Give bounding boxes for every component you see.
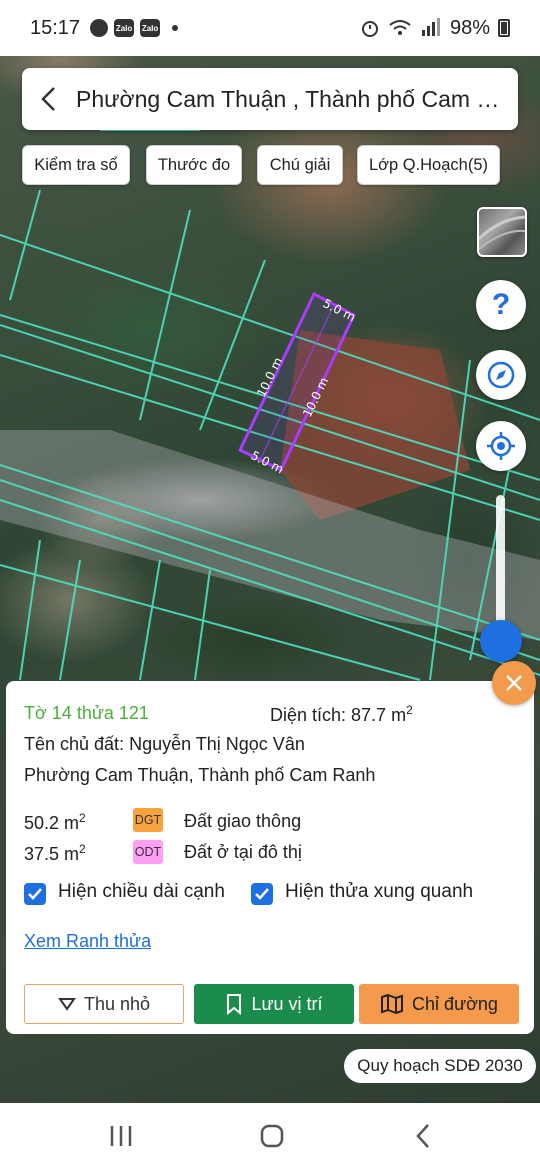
- minimize-button[interactable]: Thu nhỏ: [24, 984, 184, 1024]
- land-use-area-sup: 2: [79, 811, 86, 825]
- home-icon: [260, 1124, 284, 1148]
- recent-apps-button[interactable]: [108, 1123, 134, 1154]
- zalo-icon: Zalo: [140, 19, 161, 37]
- messenger-icon: [90, 19, 109, 37]
- battery-percent: 98%: [449, 16, 490, 39]
- planning-layer-chip[interactable]: Lớp Q.Hoạch(5): [357, 145, 500, 185]
- save-location-button-label: Lưu vị trí: [251, 993, 323, 1014]
- check-book-chip[interactable]: Kiểm tra sổ: [22, 145, 130, 185]
- owner-name: Tên chủ đất: Nguyễn Thị Ngọc Vân: [24, 734, 305, 754]
- land-use-area-value: 37.5 m: [24, 844, 80, 864]
- chevron-left-icon: [41, 87, 55, 111]
- parcel-area-value: Diện tích: 87.7 m: [270, 705, 407, 725]
- planning-layer-tag[interactable]: Quy hoạch SDĐ 2030: [344, 1049, 536, 1083]
- my-location-button[interactable]: [476, 421, 526, 471]
- location-header: Phường Cam Thuận , Thành phố Cam R...: [22, 68, 518, 130]
- location-title: Phường Cam Thuận , Thành phố Cam R...: [76, 85, 508, 112]
- status-bar: 15:17 Zalo Zalo 98%: [0, 0, 540, 56]
- battery-icon: [498, 19, 510, 37]
- question-icon: ?: [491, 288, 511, 321]
- parcel-address: Phường Cam Thuận, Thành phố Cam Ranh: [24, 765, 376, 785]
- crosshair-icon: [487, 432, 515, 460]
- land-use-area: 50.2 m2: [24, 811, 86, 834]
- back-icon: [416, 1124, 429, 1148]
- system-back-button[interactable]: [412, 1123, 436, 1154]
- home-button[interactable]: [259, 1123, 285, 1154]
- show-neighbors-checkbox[interactable]: [251, 883, 273, 905]
- recent-apps-icon: [110, 1126, 132, 1146]
- close-panel-button[interactable]: [492, 661, 536, 705]
- parcel-area-unit-sup: 2: [406, 703, 413, 717]
- land-use-code-badge: ODT: [133, 840, 163, 864]
- land-use-area-value: 50.2 m: [24, 813, 80, 833]
- show-neighbors-label[interactable]: Hiện thửa xung quanh: [285, 881, 473, 903]
- alarm-icon: [361, 21, 378, 37]
- back-button[interactable]: [22, 68, 76, 130]
- land-use-area-sup: 2: [79, 842, 86, 856]
- parcel-info-panel: Tờ 14 thửa 121 Diện tích: 87.7 m2 Tên ch…: [6, 681, 534, 1034]
- directions-button[interactable]: Chỉ đường: [359, 984, 519, 1024]
- map-layer-toggle[interactable]: [477, 207, 527, 257]
- minimize-button-label: Thu nhỏ: [83, 993, 151, 1014]
- help-button[interactable]: ?: [476, 280, 526, 330]
- show-edges-checkbox[interactable]: [24, 883, 46, 905]
- compass-icon: [487, 361, 515, 389]
- check-icon: [255, 888, 269, 900]
- view-boundary-link[interactable]: Xem Ranh thửa: [24, 931, 151, 952]
- legend-chip[interactable]: Chú giải: [257, 145, 343, 185]
- check-icon: [28, 888, 42, 900]
- zalo-icon: Zalo: [114, 19, 135, 37]
- zoom-slider-track[interactable]: [496, 495, 505, 640]
- zoom-slider-handle[interactable]: [480, 620, 522, 662]
- save-location-button[interactable]: Lưu vị trí: [194, 984, 354, 1024]
- measure-chip[interactable]: Thước đo: [146, 145, 242, 185]
- map-icon: [381, 993, 404, 1015]
- compass-button[interactable]: [476, 350, 526, 400]
- close-icon: [506, 675, 522, 691]
- signal-icon: [421, 18, 440, 36]
- show-edges-label[interactable]: Hiện chiều dài cạnh: [58, 881, 225, 903]
- parcel-id: Tờ 14 thửa 121: [24, 703, 149, 723]
- directions-button-label: Chỉ đường: [412, 993, 498, 1014]
- wifi-icon: [389, 20, 411, 35]
- triangle-down-icon: [58, 998, 76, 1011]
- system-nav-bar: [0, 1103, 540, 1170]
- more-notifications-icon: [172, 25, 179, 31]
- land-use-code-badge: DGT: [133, 808, 163, 832]
- bookmark-icon: [227, 994, 242, 1015]
- status-time: 15:17: [30, 16, 81, 39]
- parcel-area: Diện tích: 87.7 m2: [270, 703, 413, 726]
- land-use-area: 37.5 m2: [24, 842, 86, 865]
- land-use-name: Đất giao thông: [184, 811, 302, 831]
- land-use-name: Đất ở tại đô thị: [184, 842, 302, 862]
- satellite-layer-icon: [479, 215, 525, 250]
